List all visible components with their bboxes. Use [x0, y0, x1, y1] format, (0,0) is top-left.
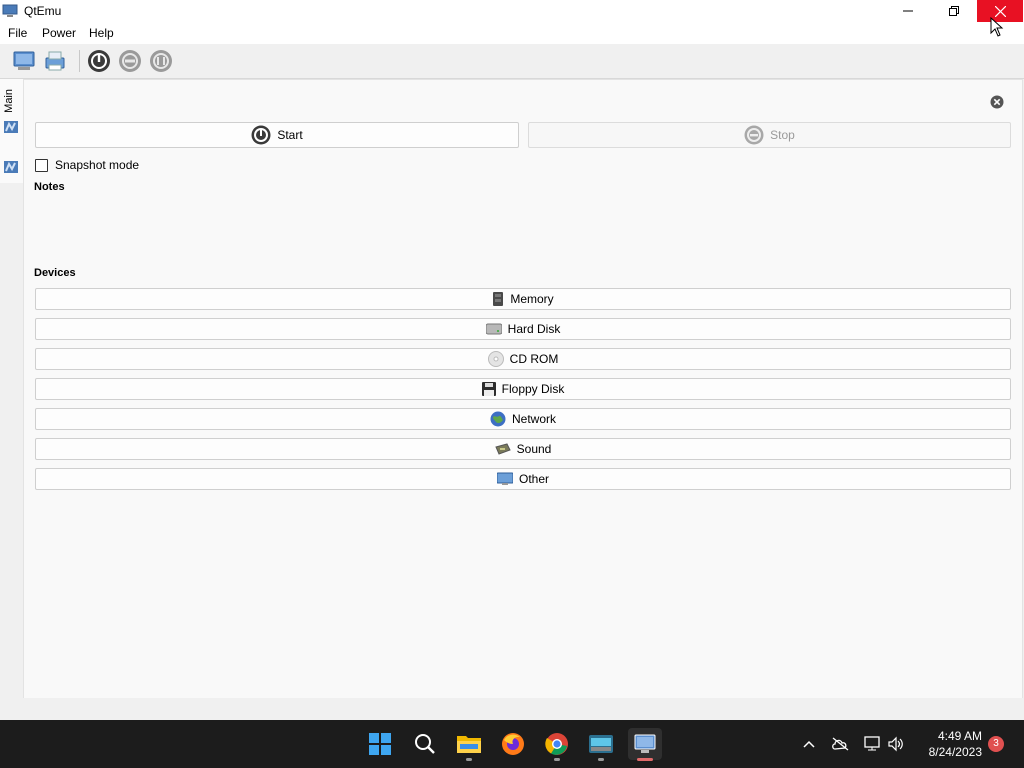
vertical-tab-bar: Main	[0, 79, 24, 719]
cd-rom-icon	[487, 351, 504, 367]
explorer-running-indicator	[466, 758, 472, 761]
start-button[interactable]: Start	[35, 122, 519, 148]
menu-help[interactable]: Help	[89, 26, 114, 40]
file-explorer-icon[interactable]	[453, 728, 485, 760]
taskbar: 4:49 AM 8/24/2023 3	[0, 720, 1024, 768]
snapshot-mode-checkbox[interactable]	[35, 158, 48, 172]
menu-bar: File Power Help	[0, 22, 1024, 44]
hard-disk-button[interactable]: Hard Disk	[35, 318, 1011, 340]
network-status-icon[interactable]	[862, 734, 882, 754]
floppy-icon	[481, 382, 496, 396]
globe-icon	[490, 411, 506, 427]
title-bar: QtEmu	[0, 0, 1024, 22]
printer-icon[interactable]	[42, 48, 68, 74]
notes-heading: Notes	[34, 181, 65, 193]
restore-button[interactable]	[931, 0, 977, 22]
reset-icon[interactable]	[148, 48, 174, 74]
firefox-icon[interactable]	[497, 728, 529, 760]
cloud-offline-icon[interactable]	[830, 734, 850, 754]
cd-rom-label: CD ROM	[509, 352, 559, 366]
sound-label: Sound	[516, 442, 552, 456]
start-label: Start	[277, 128, 303, 142]
snapshot-mode-row[interactable]: Snapshot mode	[35, 158, 139, 172]
minimize-button[interactable]	[885, 0, 931, 22]
search-icon[interactable]	[409, 728, 441, 760]
tab-main-label: Main	[3, 89, 15, 113]
power-icon	[251, 125, 271, 145]
stop-label: Stop	[770, 128, 795, 142]
vm-tab-icon-2[interactable]	[3, 159, 19, 175]
sound-button[interactable]: Sound	[35, 438, 1011, 460]
toolbar	[0, 44, 1024, 79]
main-panel: Start Stop Snapshot mode Notes Devices M…	[23, 79, 1023, 699]
snapshot-mode-label: Snapshot mode	[55, 158, 140, 172]
other-button[interactable]: Other	[35, 468, 1011, 490]
devices-heading: Devices	[34, 267, 76, 279]
cd-rom-button[interactable]: CD ROM	[35, 348, 1011, 370]
chevron-up-icon[interactable]	[799, 734, 819, 754]
network-label: Network	[511, 412, 556, 426]
computer-icon[interactable]	[11, 48, 37, 74]
menu-power[interactable]: Power	[42, 26, 76, 40]
clock-time: 4:49 AM	[937, 729, 982, 743]
hard-disk-icon	[485, 322, 502, 336]
floppy-disk-label: Floppy Disk	[501, 382, 565, 396]
chrome-running-indicator	[554, 758, 560, 761]
close-tab-icon[interactable]	[990, 95, 1004, 109]
sound-card-icon	[494, 443, 511, 455]
window-title: QtEmu	[24, 4, 62, 18]
terminal-running-indicator	[598, 758, 604, 761]
other-label: Other	[518, 472, 549, 486]
network-button[interactable]: Network	[35, 408, 1011, 430]
stop-icon	[744, 125, 764, 145]
notification-badge[interactable]: 3	[988, 736, 1004, 752]
terminal-icon[interactable]	[585, 728, 617, 760]
hard-disk-label: Hard Disk	[507, 322, 561, 336]
clock-date: 8/24/2023	[928, 745, 982, 759]
stop-button[interactable]: Stop	[528, 122, 1011, 148]
power-icon[interactable]	[86, 48, 112, 74]
memory-label: Memory	[510, 292, 554, 306]
menu-file[interactable]: File	[8, 26, 27, 40]
chrome-icon[interactable]	[541, 728, 573, 760]
toolbar-separator	[79, 50, 80, 72]
vm-tab-icon	[3, 119, 19, 135]
mouse-cursor-icon	[990, 16, 1004, 37]
memory-button[interactable]: Memory	[35, 288, 1011, 310]
pause-icon[interactable]	[117, 48, 143, 74]
monitor-icon	[496, 472, 513, 486]
floppy-disk-button[interactable]: Floppy Disk	[35, 378, 1011, 400]
status-strip	[0, 698, 1024, 720]
qtemu-active-indicator	[637, 758, 653, 761]
windows-start-icon[interactable]	[364, 728, 396, 760]
clock[interactable]: 4:49 AM 8/24/2023	[912, 728, 982, 760]
qtemu-taskbar-icon[interactable]	[628, 728, 662, 760]
volume-icon[interactable]	[886, 734, 906, 754]
memory-icon	[492, 292, 504, 306]
qtemu-app-icon	[2, 3, 18, 19]
